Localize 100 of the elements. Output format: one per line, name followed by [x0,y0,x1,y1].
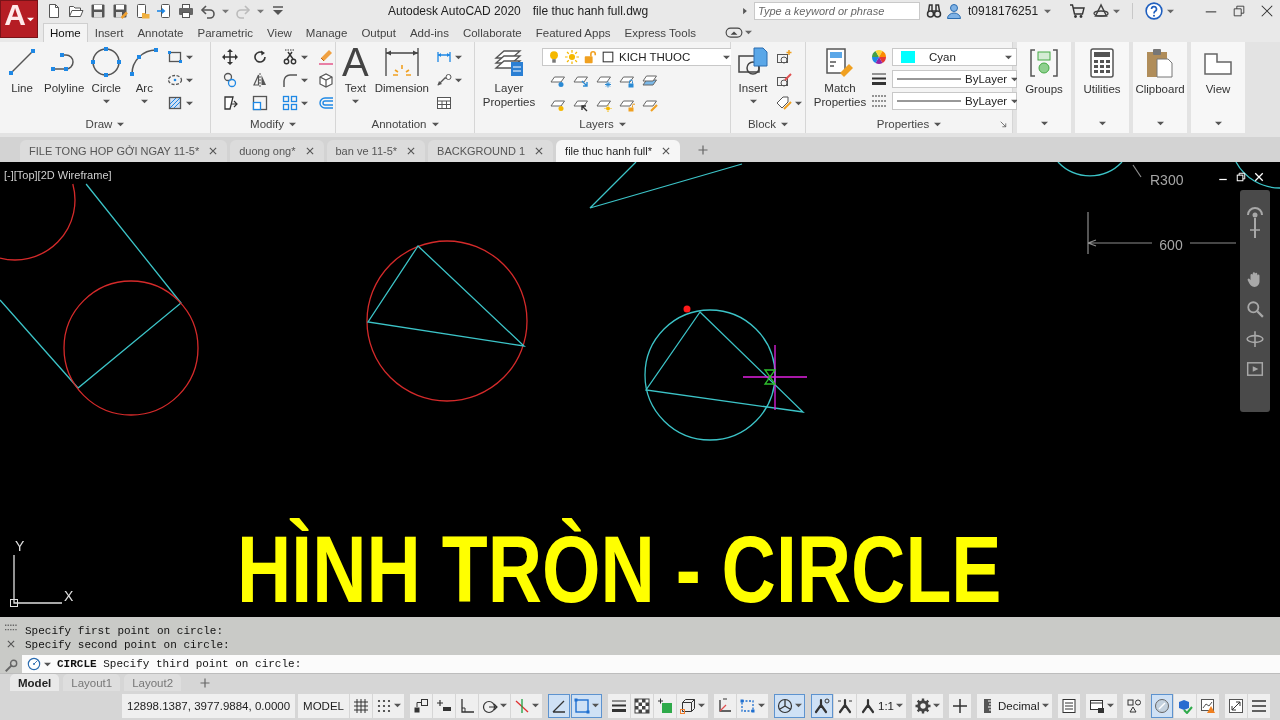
text-tool-button[interactable]: A Text [339,42,372,105]
caret-icon[interactable] [301,76,308,84]
document-tab[interactable]: FILE TONG HOP GỞI NGAY 11-5* [20,140,228,162]
caret-icon[interactable] [1044,7,1051,15]
arc-tool-button[interactable]: Arc [125,42,164,105]
layer-stack-icon[interactable] [642,72,658,88]
play-frame-icon[interactable] [1246,360,1264,378]
annotation-visibility-status-button[interactable] [811,693,833,718]
customization-status-button[interactable] [1247,693,1270,718]
autoscale-status-button[interactable] [834,693,856,718]
caret-icon[interactable] [592,702,599,709]
wrench-icon[interactable] [4,659,18,673]
panel-title-button[interactable]: Modify [250,115,296,133]
graphics-performance-status-button[interactable] [1173,693,1196,718]
infer-constraints-status-button[interactable] [410,693,432,718]
command-input-field[interactable]: CIRCLE Specify third point on circle: [22,655,1280,673]
binoculars-icon[interactable] [926,3,942,19]
linear-dimension-icon[interactable] [436,49,452,65]
dial-icon[interactable] [27,657,41,671]
folder-icon[interactable] [68,3,84,19]
selection-filter-status-button[interactable] [737,693,768,718]
ribbon-tab[interactable]: Featured Apps [528,23,618,42]
search-field[interactable]: Type a keyword or phrase [754,2,920,20]
caret-icon[interactable] [455,76,462,84]
cube-icon[interactable] [318,72,334,88]
plus-icon[interactable] [696,144,709,156]
polyline-tool-button[interactable]: Polyline [41,42,88,95]
caret-icon[interactable] [698,702,705,709]
panel-title-button[interactable]: Layers [579,115,626,133]
document-tab-label[interactable]: FILE TONG HOP GỞI NGAY 11-5* [29,145,200,157]
caret-icon[interactable] [500,702,507,709]
dialog-launcher-icon[interactable] [999,120,1008,129]
isolate-status-button[interactable] [1122,693,1145,718]
caret-icon[interactable] [1098,120,1106,127]
printer-icon[interactable] [178,3,194,19]
zoom-icon[interactable] [1246,300,1264,318]
workspace-status-button[interactable] [912,693,943,718]
close-icon[interactable] [1260,4,1274,18]
phone-arrow-icon[interactable] [156,3,172,19]
caret-icon[interactable] [532,702,539,709]
user-name[interactable]: t0918176251 [968,4,1040,18]
dynamic-input-status-button[interactable] [433,693,455,718]
caret-icon[interactable] [1156,120,1164,127]
parallel-curves-icon[interactable] [318,95,334,111]
ribbon-tab[interactable]: Collaborate [455,23,529,42]
caret-icon[interactable] [186,53,194,61]
rotate-icon[interactable] [252,49,268,65]
gizmo-status-button[interactable] [774,693,805,718]
lineweight-dropdown[interactable]: ByLayer [892,70,1017,88]
lock-ui-status-button[interactable] [1085,693,1117,718]
dashed-lines-icon[interactable] [871,93,887,109]
rectangle-icon[interactable] [167,49,184,65]
snap-tracking-status-button[interactable] [548,693,570,718]
layout-tab[interactable]: Layout1 [63,674,121,691]
ribbon-tab[interactable]: Express Tools [617,23,703,42]
save-as-icon[interactable] [112,3,128,19]
ribbon-tab[interactable]: Insert [87,23,131,42]
viewport-controls-label[interactable]: [-][Top][2D Wireframe] [4,169,112,181]
caret-icon[interactable] [394,702,401,709]
panel-title-button[interactable]: Annotation [371,115,439,133]
model-space-button[interactable]: MODEL [298,693,349,718]
panel-title-button[interactable]: Properties [876,115,942,133]
caret-icon[interactable] [186,99,194,107]
rounded-corner-icon[interactable] [282,72,298,88]
tag-pencil-icon[interactable] [776,95,792,111]
phone-folder-icon[interactable] [134,3,150,19]
new-file-icon[interactable] [46,3,62,19]
caret-icon[interactable] [140,98,148,105]
caret-icon[interactable] [758,702,765,709]
ribbon-tab[interactable]: Home [43,23,88,42]
orbit-icon[interactable] [1246,330,1264,348]
caret-icon[interactable] [1040,120,1048,127]
document-tab[interactable]: BACKGROUND 1 [428,140,554,162]
ribbon-tab[interactable]: Manage [298,23,355,42]
user-icon[interactable] [946,3,962,19]
color-wheel-icon[interactable] [871,49,887,65]
caret-icon[interactable] [1041,702,1049,709]
circle-tool-button[interactable]: Circle [87,42,126,105]
quick-properties-status-button[interactable] [1057,693,1080,718]
four-arrows-icon[interactable] [222,49,238,65]
dimension-tool-button[interactable]: Dimension [371,42,432,95]
caret-icon[interactable] [795,99,802,107]
caret-icon[interactable] [257,7,264,15]
four-squares-icon[interactable] [282,95,298,111]
document-tab-label[interactable]: ban ve 11-5* [335,145,398,157]
document-tab[interactable]: ban ve 11-5* [326,140,426,162]
plus-icon[interactable] [199,676,212,689]
block-plus-icon[interactable] [776,49,792,65]
ribbon-tab[interactable]: Annotate [130,23,191,42]
caret-icon[interactable] [186,76,194,84]
hardware-acceleration-status-button[interactable] [1150,693,1173,718]
linetype-dropdown[interactable]: ByLayer [892,92,1017,110]
document-tab-label[interactable]: file thuc hanh full* [565,145,652,157]
dynamic-ucs-status-button[interactable] [714,693,736,718]
grid-status-button[interactable] [350,693,372,718]
restore-icon[interactable] [1236,172,1246,182]
panel-title-button[interactable]: Draw [85,115,125,133]
document-tab-label[interactable]: duong ong* [239,145,296,157]
caret-icon[interactable] [222,7,229,15]
caret-icon[interactable] [1167,7,1174,15]
